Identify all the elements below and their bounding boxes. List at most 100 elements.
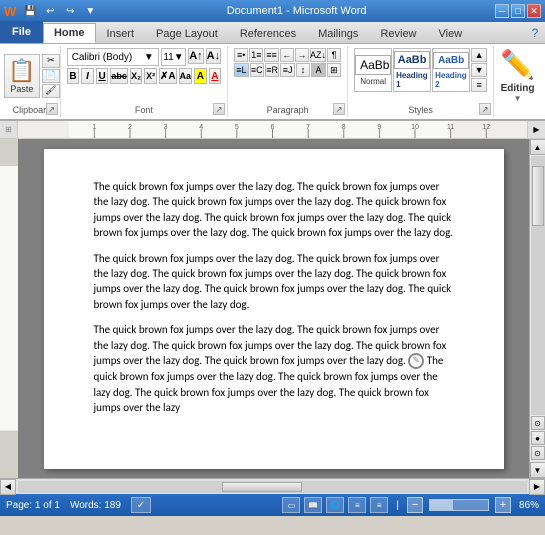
paragraph-dialog-launcher[interactable]: ↗ bbox=[333, 103, 345, 115]
ruler-right-btn[interactable]: ▶ bbox=[527, 121, 545, 138]
doc-scroll-area[interactable]: The quick brown fox jumps over the lazy … bbox=[18, 139, 529, 478]
minimize-button[interactable]: ─ bbox=[495, 4, 509, 18]
styles-up-button[interactable]: ▲ bbox=[471, 48, 487, 62]
align-right-button[interactable]: ≡R bbox=[265, 63, 279, 77]
style-normal[interactable]: AaBb Normal bbox=[354, 48, 392, 92]
scrollbar-thumb[interactable] bbox=[532, 166, 544, 226]
justify-button[interactable]: ≡J bbox=[280, 63, 294, 77]
bold-button[interactable]: B bbox=[67, 68, 80, 84]
print-layout-button[interactable]: ▭ bbox=[282, 497, 300, 513]
paste-icon: 📋 bbox=[8, 58, 35, 84]
superscript-button[interactable]: X² bbox=[144, 68, 157, 84]
outline-button[interactable]: ≡ bbox=[348, 497, 366, 513]
clear-format-button[interactable]: ✗A bbox=[159, 68, 177, 84]
hscroll-thumb[interactable] bbox=[222, 482, 302, 492]
clipboard-content: 📋 Paste ✂ 📄 🖌 bbox=[4, 48, 60, 103]
clipboard-dialog-launcher[interactable]: ↗ bbox=[46, 103, 58, 115]
tab-home[interactable]: Home bbox=[43, 23, 96, 43]
tab-insert[interactable]: Insert bbox=[96, 23, 146, 43]
tab-view[interactable]: View bbox=[428, 23, 474, 43]
word-count: Words: 189 bbox=[70, 500, 121, 511]
tab-file[interactable]: File bbox=[0, 21, 43, 43]
italic-button[interactable]: I bbox=[81, 68, 94, 84]
change-case-button[interactable]: Aa bbox=[179, 68, 193, 84]
redo-qat-button[interactable]: ↪ bbox=[62, 3, 78, 19]
font-grow-button[interactable]: A↑ bbox=[188, 48, 203, 64]
font-size-dropdown[interactable]: 11 ▼ bbox=[161, 48, 186, 66]
style-heading2[interactable]: AaBb Heading 2 bbox=[432, 48, 470, 92]
svg-text:11: 11 bbox=[447, 124, 454, 131]
draft-button[interactable]: ≡ bbox=[370, 497, 388, 513]
font-row-2: B I U abc X₂ X² ✗A Aa A A bbox=[67, 68, 221, 84]
formatting-mark: ✎ bbox=[408, 353, 424, 369]
undo-qat-button[interactable]: ↩ bbox=[42, 3, 58, 19]
copy-button[interactable]: 📄 bbox=[42, 69, 60, 83]
highlight-button[interactable]: A bbox=[194, 68, 207, 84]
show-hide-button[interactable]: ¶ bbox=[327, 48, 341, 62]
bullets-button[interactable]: ≡• bbox=[234, 48, 248, 62]
cut-button[interactable]: ✂ bbox=[42, 54, 60, 68]
underline-button[interactable]: U bbox=[96, 68, 109, 84]
style-normal-label: Normal bbox=[360, 77, 386, 86]
save-qat-button[interactable]: 💾 bbox=[22, 3, 38, 19]
clipboard-small-buttons: ✂ 📄 🖌 bbox=[42, 54, 60, 98]
paste-button[interactable]: 📋 Paste bbox=[4, 54, 40, 98]
scrollbar-down-button[interactable]: ▼ bbox=[530, 462, 545, 478]
font-group: Calibri (Body) ▼ 11 ▼ A↑ A↓ B I U abc X₂… bbox=[61, 46, 228, 117]
styles-more-button[interactable]: ≡ bbox=[471, 78, 487, 92]
maximize-button[interactable]: □ bbox=[511, 4, 525, 18]
help-button[interactable]: ? bbox=[525, 23, 545, 43]
tab-review[interactable]: Review bbox=[369, 23, 427, 43]
shading-button[interactable]: A bbox=[311, 63, 325, 77]
font-dialog-launcher[interactable]: ↗ bbox=[213, 103, 225, 115]
align-left-button[interactable]: ≡L bbox=[234, 63, 248, 77]
para-row-1: ≡• 1≡ ≡≡ ← → AZ↓ ¶ bbox=[234, 48, 341, 62]
hscroll-track[interactable] bbox=[18, 481, 527, 493]
next-page-button[interactable]: ⊙ bbox=[531, 446, 545, 460]
font-shrink-button[interactable]: A↓ bbox=[206, 48, 221, 64]
tab-page-layout[interactable]: Page Layout bbox=[145, 23, 229, 43]
horizontal-scrollbar: ◀ ▶ bbox=[0, 478, 545, 494]
customize-qat-button[interactable]: ▼ bbox=[82, 3, 98, 19]
vertical-ruler-svg bbox=[0, 139, 18, 478]
font-row-1: Calibri (Body) ▼ 11 ▼ A↑ A↓ bbox=[67, 48, 221, 66]
format-painter-button[interactable]: 🖌 bbox=[42, 84, 60, 98]
style-normal-preview: AaBb bbox=[355, 55, 391, 75]
numbering-button[interactable]: 1≡ bbox=[249, 48, 263, 62]
multilevel-button[interactable]: ≡≡ bbox=[264, 48, 278, 62]
subscript-button[interactable]: X₂ bbox=[130, 68, 143, 84]
zoom-slider[interactable] bbox=[429, 499, 489, 511]
font-color-button[interactable]: A bbox=[209, 68, 222, 84]
styles-down-button[interactable]: ▼ bbox=[471, 63, 487, 77]
select-browse-button[interactable]: ● bbox=[531, 431, 545, 445]
line-spacing-button[interactable]: ↕ bbox=[296, 63, 310, 77]
spelling-check-button[interactable]: ✓ bbox=[131, 497, 151, 513]
prev-page-button[interactable]: ⊙ bbox=[531, 416, 545, 430]
full-reading-button[interactable]: 📖 bbox=[304, 497, 322, 513]
increase-indent-button[interactable]: → bbox=[295, 48, 309, 62]
web-layout-button[interactable]: 🌐 bbox=[326, 497, 344, 513]
zoom-out-button[interactable]: − bbox=[407, 497, 423, 513]
style-heading1-preview: AaBb bbox=[394, 51, 430, 69]
strikethrough-button[interactable]: abc bbox=[110, 68, 128, 84]
decrease-indent-button[interactable]: ← bbox=[280, 48, 294, 62]
tab-mailings[interactable]: Mailings bbox=[307, 23, 369, 43]
word-icon: W bbox=[4, 4, 16, 19]
borders-button[interactable]: ⊞ bbox=[327, 63, 341, 77]
hscroll-left-button[interactable]: ◀ bbox=[0, 479, 16, 495]
hscroll-right-button[interactable]: ▶ bbox=[529, 479, 545, 495]
scrollbar-up-button[interactable]: ▲ bbox=[530, 139, 545, 155]
title-bar: W 💾 ↩ ↪ ▼ Document1 - Microsoft Word ─ □… bbox=[0, 0, 545, 22]
styles-dialog-launcher[interactable]: ↗ bbox=[479, 103, 491, 115]
scrollbar-track[interactable] bbox=[531, 156, 545, 415]
zoom-in-button[interactable]: + bbox=[495, 497, 511, 513]
style-heading1[interactable]: AaBb Heading 1 bbox=[393, 48, 431, 92]
font-name-dropdown[interactable]: Calibri (Body) ▼ bbox=[67, 48, 159, 66]
tab-references[interactable]: References bbox=[229, 23, 307, 43]
close-button[interactable]: ✕ bbox=[527, 4, 541, 18]
document-page: The quick brown fox jumps over the lazy … bbox=[44, 149, 504, 469]
editing-label: Editing bbox=[501, 83, 535, 94]
align-center-button[interactable]: ≡C bbox=[250, 63, 264, 77]
sort-button[interactable]: AZ↓ bbox=[310, 48, 326, 62]
ribbon-body: 📋 Paste ✂ 📄 🖌 Clipboard ↗ Calibri (Body)… bbox=[0, 44, 545, 121]
